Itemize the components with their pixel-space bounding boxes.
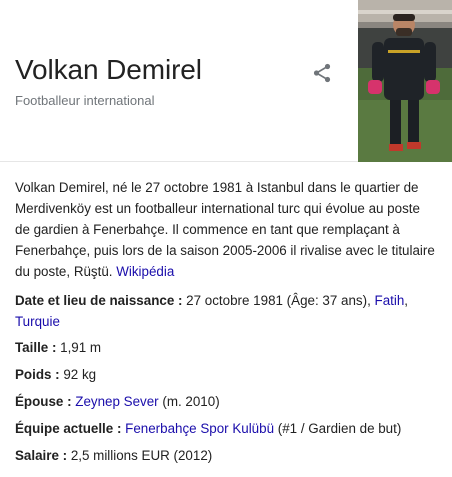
spouse-link[interactable]: Zeynep Sever <box>75 394 158 409</box>
fact-birth: Date et lieu de naissance : 27 octobre 1… <box>15 290 435 332</box>
fact-value: (#1 / Gardien de but) <box>274 421 402 436</box>
team-link[interactable]: Fenerbahçe Spor Kulübü <box>125 421 274 436</box>
fact-label: Salaire : <box>15 448 71 463</box>
fact-value: 92 kg <box>63 367 97 382</box>
fact-value: 2,5 millions EUR (2012) <box>70 448 213 463</box>
fact-value: 27 octobre 1981 (Âge: 37 ans), <box>186 293 375 308</box>
panel-header: Volkan Demirel Footballeur international <box>0 0 452 162</box>
fact-weight: Poids : 92 kg <box>15 364 435 385</box>
entity-photo[interactable] <box>358 0 452 162</box>
fact-label: Poids : <box>15 367 64 382</box>
entity-description: Volkan Demirel, né le 27 octobre 1981 à … <box>15 177 435 282</box>
knowledge-panel: Volkan Demirel Footballeur international <box>0 0 452 477</box>
share-icon[interactable] <box>310 61 334 85</box>
description-text: Volkan Demirel, né le 27 octobre 1981 à … <box>15 180 435 279</box>
fact-height: Taille : 1,91 m <box>15 337 435 358</box>
fact-value: 1,91 m <box>60 340 102 355</box>
fact-separator: , <box>404 293 409 308</box>
fact-label: Date et lieu de naissance : <box>15 293 187 308</box>
fact-label: Épouse : <box>15 394 76 409</box>
fact-label: Taille : <box>15 340 61 355</box>
birthplace-link[interactable]: Fatih <box>375 293 405 308</box>
fact-salary: Salaire : 2,5 millions EUR (2012) <box>15 445 435 466</box>
country-link[interactable]: Turquie <box>15 314 60 329</box>
fact-team: Équipe actuelle : Fenerbahçe Spor Kulübü… <box>15 418 435 439</box>
entity-subtitle: Footballeur international <box>15 93 155 108</box>
fact-label: Équipe actuelle : <box>15 421 126 436</box>
fact-spouse: Épouse : Zeynep Sever (m. 2010) <box>15 391 435 412</box>
fact-value: (m. 2010) <box>158 394 220 409</box>
entity-title: Volkan Demirel <box>15 54 202 85</box>
wikipedia-link[interactable]: Wikipédia <box>116 264 174 279</box>
